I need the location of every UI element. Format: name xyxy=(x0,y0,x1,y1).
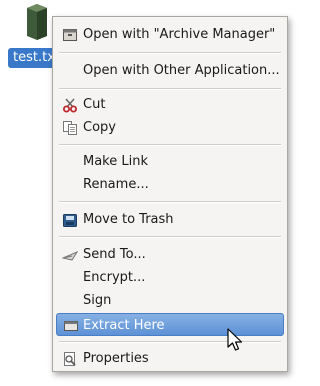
menu-item-label: Extract Here xyxy=(83,318,165,333)
menu-item-label: Send To... xyxy=(83,247,146,262)
menu-item-label: Rename... xyxy=(83,177,149,192)
menu-item-properties[interactable]: Properties xyxy=(56,347,284,370)
menu-item-rename[interactable]: Rename... xyxy=(56,173,284,196)
mouse-cursor-icon xyxy=(227,328,243,351)
menu-item-label: Open with "Archive Manager" xyxy=(83,27,276,42)
context-menu: Open with "Archive Manager" Open with Ot… xyxy=(52,16,288,372)
menu-item-label: Move to Trash xyxy=(83,212,174,227)
send-icon xyxy=(62,251,78,261)
menu-item-label: Encrypt... xyxy=(83,270,146,285)
extract-icon xyxy=(64,321,78,331)
menu-item-send-to[interactable]: Send To... xyxy=(56,243,284,266)
menu-item-open-with-archive-manager[interactable]: Open with "Archive Manager" xyxy=(56,23,284,46)
menu-item-label: Make Link xyxy=(83,154,148,169)
copy-icon xyxy=(63,121,77,135)
trash-icon xyxy=(63,214,77,227)
menu-item-encrypt[interactable]: Encrypt... xyxy=(56,266,284,289)
archive-icon xyxy=(63,29,77,41)
properties-icon xyxy=(64,352,76,366)
menu-item-label: Cut xyxy=(83,97,106,112)
menu-item-label: Properties xyxy=(83,351,149,366)
archive-file-icon xyxy=(27,4,47,40)
menu-separator xyxy=(59,341,281,343)
menu-separator xyxy=(59,88,281,90)
menu-item-label: Sign xyxy=(83,293,112,308)
menu-item-make-link[interactable]: Make Link xyxy=(56,150,284,173)
menu-separator xyxy=(59,144,281,146)
menu-separator xyxy=(59,52,281,54)
menu-item-sign[interactable]: Sign xyxy=(56,289,284,312)
menu-item-move-to-trash[interactable]: Move to Trash xyxy=(56,208,284,231)
menu-item-label: Copy xyxy=(83,120,116,135)
menu-item-cut[interactable]: Cut xyxy=(56,93,284,116)
menu-item-extract-here[interactable]: Extract Here xyxy=(56,313,284,336)
scissors-icon xyxy=(63,98,77,113)
menu-item-open-with-other-application[interactable]: Open with Other Application... xyxy=(56,59,284,82)
menu-separator xyxy=(59,201,281,203)
menu-item-label: Open with Other Application... xyxy=(83,63,280,78)
menu-separator xyxy=(59,236,281,238)
menu-item-copy[interactable]: Copy xyxy=(56,116,284,139)
